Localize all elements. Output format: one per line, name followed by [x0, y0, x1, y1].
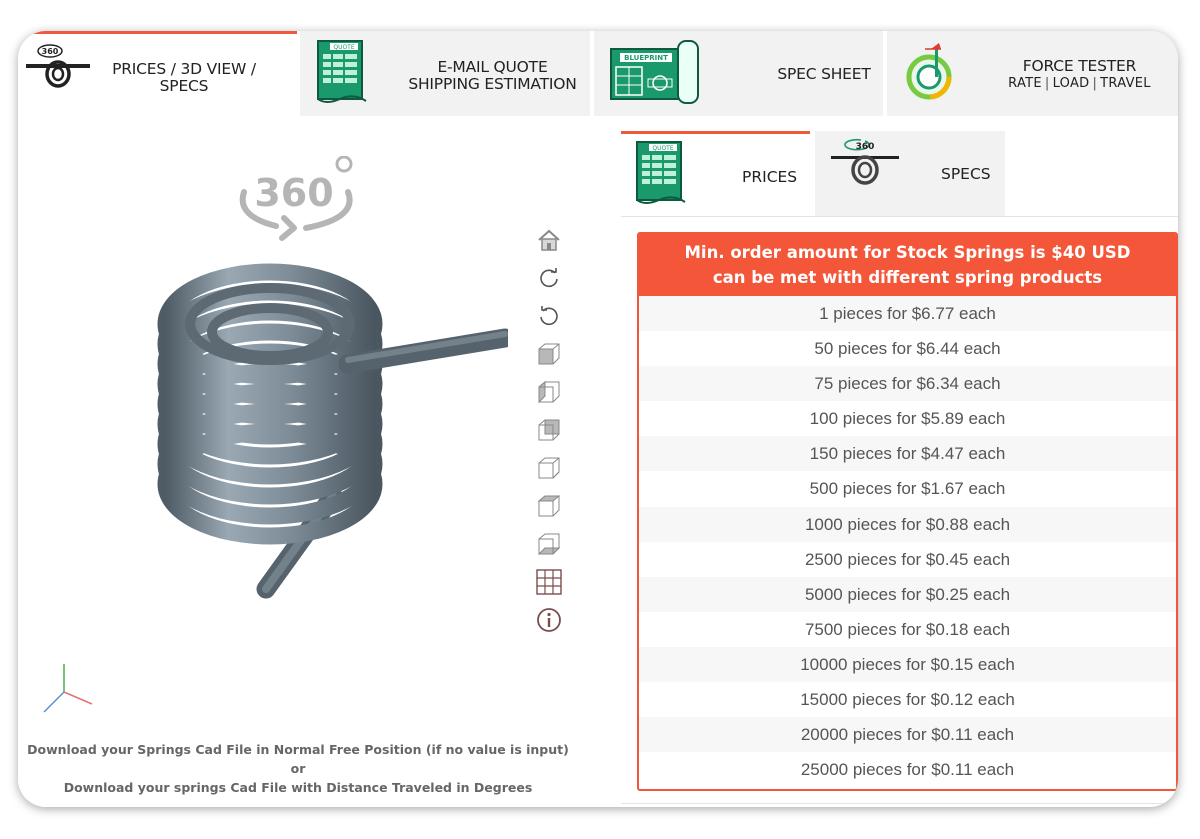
- tab-sublabel: RATE | LOAD | TRAVEL: [987, 75, 1172, 92]
- price-row: 7500 pieces for $0.18 each: [639, 611, 1176, 647]
- tab-label: SPEC SHEET: [777, 65, 871, 83]
- svg-text:360: 360: [254, 171, 333, 215]
- price-row: 20000 pieces for $0.11 each: [639, 717, 1176, 753]
- price-row: 15000 pieces for $0.12 each: [639, 682, 1176, 718]
- price-row: 10000 pieces for $0.15 each: [639, 646, 1176, 683]
- tab-email-quote[interactable]: QUOTE E-MAIL QUOTE SHIPPING ESTIMATION: [300, 31, 590, 116]
- tab-label: FORCE TESTER RATE | LOAD | TRAVEL: [987, 58, 1172, 92]
- notice-line2: can be met with different spring product…: [712, 268, 1103, 287]
- tab-divider: [621, 216, 1178, 217]
- tab-specs[interactable]: 360 SPECS: [815, 131, 1005, 217]
- svg-text:BLUEPRINT: BLUEPRINT: [624, 54, 668, 62]
- view-bottom-icon[interactable]: [532, 490, 566, 522]
- tab-force-tester[interactable]: FORCE TESTER RATE | LOAD | TRAVEL: [887, 31, 1178, 116]
- axis-gizmo-icon: [40, 660, 100, 720]
- caption-line2: Download your springs Cad File with Dist…: [63, 780, 533, 795]
- 3d-viewer[interactable]: 360 Download your Springs Cad File in No…: [18, 116, 618, 807]
- price-row: 500 pieces for $1.67 each: [639, 471, 1176, 507]
- sub-load: LOAD: [1052, 76, 1090, 91]
- svg-text:360: 360: [856, 142, 875, 152]
- min-order-notice: Min. order amount for Stock Springs is $…: [639, 234, 1176, 296]
- sub-travel: TRAVEL: [1100, 76, 1151, 91]
- tab-label: SPECS: [941, 165, 991, 183]
- grid-icon[interactable]: [532, 566, 566, 598]
- price-row: 100 pieces for $5.89 each: [639, 401, 1176, 437]
- blueprint-icon: BLUEPRINT: [608, 39, 702, 109]
- tab-label-line1: E-MAIL QUOTE: [437, 58, 548, 76]
- panel-bottom-border: [621, 803, 1178, 804]
- view-side-icon[interactable]: [532, 376, 566, 408]
- price-row: 2500 pieces for $0.45 each: [639, 541, 1176, 577]
- top-tab-bar: 360 PRICES / 3D VIEW / SPECS QUOTE E-MAI…: [18, 31, 1178, 116]
- rotate-360-icon: 360: [236, 155, 361, 250]
- price-row: 5000 pieces for $0.25 each: [639, 576, 1176, 612]
- force-tester-icon: [901, 39, 961, 109]
- rotate-cw-icon[interactable]: [532, 262, 566, 294]
- svg-text:QUOTE: QUOTE: [652, 145, 674, 152]
- tab-label: E-MAIL QUOTE SHIPPING ESTIMATION: [400, 59, 585, 93]
- tab-label: PRICES / 3D VIEW / SPECS: [112, 60, 256, 95]
- quote-sheet-icon: QUOTE: [635, 140, 689, 210]
- spring-360-icon: 360: [827, 137, 903, 193]
- price-rows: 1 pieces for $6.77 each 50 pieces for $6.…: [639, 296, 1176, 788]
- view-back-icon[interactable]: [532, 452, 566, 484]
- view-iso-icon[interactable]: [532, 528, 566, 560]
- spring-360-icon: 360: [24, 42, 94, 96]
- svg-text:360: 360: [42, 47, 59, 56]
- price-row: 75 pieces for $6.34 each: [639, 366, 1176, 402]
- price-row: 1000 pieces for $0.88 each: [639, 506, 1176, 542]
- tab-label-line2: SHIPPING ESTIMATION: [408, 75, 577, 93]
- cad-download-caption: Download your Springs Cad File in Normal…: [18, 740, 578, 797]
- view-front-icon[interactable]: [532, 338, 566, 370]
- quote-sheet-icon: QUOTE: [316, 39, 370, 109]
- tab-prices[interactable]: QUOTE PRICES: [621, 131, 810, 217]
- info-icon[interactable]: [532, 604, 566, 636]
- app-frame: 360 PRICES / 3D VIEW / SPECS QUOTE E-MAI…: [18, 31, 1178, 807]
- svg-text:QUOTE: QUOTE: [333, 44, 355, 51]
- right-panel: QUOTE PRICES 360 SPECS Min. order amount…: [621, 131, 1178, 807]
- home-icon[interactable]: [532, 224, 566, 256]
- sep: |: [1092, 76, 1098, 91]
- spring-3d-model[interactable]: [148, 256, 515, 640]
- caption-line1: Download your Springs Cad File in Normal…: [27, 742, 569, 776]
- price-row: 150 pieces for $4.47 each: [639, 436, 1176, 472]
- sub-rate: RATE: [1008, 76, 1042, 91]
- price-table: Min. order amount for Stock Springs is $…: [637, 232, 1178, 791]
- view-top-icon[interactable]: [532, 414, 566, 446]
- notice-line1: Min. order amount for Stock Springs is $…: [684, 243, 1131, 262]
- tab-label: PRICES: [742, 168, 798, 186]
- sep: |: [1044, 76, 1050, 91]
- tab-prices-3d-specs[interactable]: 360 PRICES / 3D VIEW / SPECS: [18, 31, 297, 116]
- price-row: 50 pieces for $6.44 each: [639, 331, 1176, 367]
- rotate-ccw-icon[interactable]: [532, 300, 566, 332]
- price-row: 25000 pieces for $0.11 each: [639, 752, 1176, 788]
- tab-label-main: FORCE TESTER: [1022, 57, 1137, 75]
- tab-spec-sheet[interactable]: BLUEPRINT SPEC SHEET: [594, 31, 883, 116]
- price-row: 1 pieces for $6.77 each: [639, 296, 1176, 332]
